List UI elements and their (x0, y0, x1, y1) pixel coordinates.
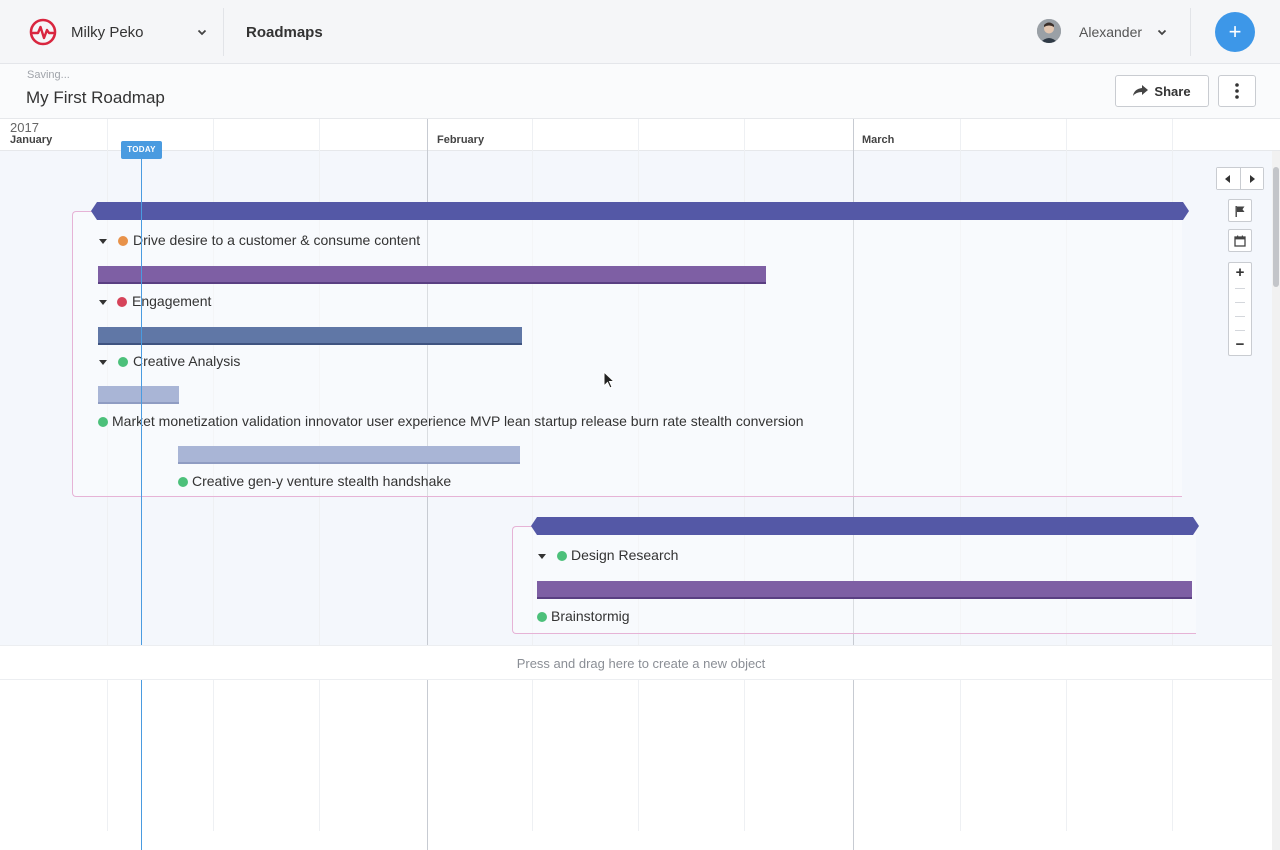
share-button[interactable]: Share (1115, 75, 1209, 107)
roadmap-title[interactable]: My First Roadmap (26, 88, 165, 108)
collapse-toggle-icon[interactable] (98, 297, 108, 307)
month-label: February (437, 134, 485, 146)
caret-left-icon (1225, 174, 1231, 183)
item-label[interactable]: Creative gen-y venture stealth handshake (192, 473, 451, 489)
share-arrow-icon (1133, 85, 1149, 96)
zoom-level-tick[interactable] (1235, 288, 1245, 289)
user-avatar[interactable] (1037, 19, 1061, 43)
collapse-toggle-icon[interactable] (537, 551, 547, 561)
status-dot (537, 612, 547, 622)
date-picker-button[interactable] (1228, 229, 1252, 252)
today-badge: TODAY (121, 141, 162, 159)
timeline-bar[interactable] (537, 581, 1192, 599)
initiative-bar[interactable] (91, 202, 1189, 220)
item-label[interactable]: Creative Analysis (133, 353, 240, 369)
scrollbar-thumb[interactable] (1273, 167, 1279, 287)
zoom-level-tick[interactable] (1235, 302, 1245, 303)
add-button[interactable]: + (1215, 12, 1255, 52)
zoom-in-button[interactable]: + (1229, 264, 1251, 282)
workspace-name[interactable]: Milky Peko (71, 24, 144, 41)
timeline-header: 2017 January February March (0, 119, 1280, 151)
zoom-level-tick[interactable] (1235, 316, 1245, 317)
timeline-bar[interactable] (98, 386, 179, 404)
timeline-bar[interactable] (98, 266, 766, 284)
year-label: 2017 (10, 120, 39, 135)
nav-divider (223, 8, 224, 56)
item-label[interactable]: Drive desire to a customer & consume con… (133, 232, 420, 248)
item-label[interactable]: Market monetization validation innovator… (112, 413, 804, 429)
roadmap-header: Saving... My First Roadmap Share (0, 64, 1280, 119)
chevron-down-icon[interactable] (1156, 26, 1168, 38)
create-object-strip[interactable]: Press and drag here to create a new obje… (0, 645, 1272, 680)
saving-status: Saving... (27, 69, 70, 81)
avatar-icon (1037, 19, 1061, 43)
vertical-scrollbar[interactable] (1272, 151, 1280, 850)
vertical-dots-icon (1235, 83, 1239, 99)
roadmap-app: Milky Peko Roadmaps Alexander + Saving..… (0, 0, 1280, 850)
zoom-level-tick[interactable] (1235, 330, 1245, 331)
app-logo-icon[interactable] (29, 18, 57, 46)
status-dot (118, 236, 128, 246)
create-object-hint: Press and drag here to create a new obje… (516, 656, 766, 671)
empty-canvas-area[interactable] (0, 680, 1272, 850)
collapse-toggle-icon[interactable] (98, 236, 108, 246)
share-button-label: Share (1154, 83, 1191, 99)
month-label: January (10, 134, 53, 146)
month-label: March (862, 134, 895, 146)
status-dot (178, 477, 188, 487)
zoom-control: + − (1228, 262, 1252, 356)
status-dot (98, 417, 108, 427)
scroll-right-button[interactable] (1240, 168, 1263, 189)
status-dot (117, 297, 127, 307)
item-label[interactable]: Brainstormig (551, 608, 630, 624)
status-dot (118, 357, 128, 367)
user-name[interactable]: Alexander (1079, 24, 1142, 40)
item-label[interactable]: Design Research (571, 547, 678, 563)
initiative-bar[interactable] (531, 517, 1199, 535)
zoom-out-button[interactable]: − (1229, 336, 1251, 354)
chevron-down-icon[interactable] (196, 26, 208, 38)
item-label[interactable]: Engagement (132, 293, 211, 309)
calendar-icon (1234, 235, 1246, 247)
milestone-button[interactable] (1228, 199, 1252, 222)
caret-right-icon (1249, 174, 1255, 183)
more-options-button[interactable] (1218, 75, 1256, 107)
flag-icon (1235, 205, 1245, 217)
top-navigation-bar: Milky Peko Roadmaps Alexander + (0, 0, 1280, 64)
mouse-cursor-icon (603, 371, 615, 389)
timeline-bar[interactable] (178, 446, 520, 464)
collapse-toggle-icon[interactable] (98, 357, 108, 367)
timeline-navigation (1216, 167, 1264, 190)
today-line (141, 151, 142, 850)
status-dot (557, 551, 567, 561)
nav-divider (1190, 8, 1191, 56)
scroll-left-button[interactable] (1217, 168, 1240, 189)
section-title[interactable]: Roadmaps (246, 24, 323, 41)
timeline-bar[interactable] (98, 327, 522, 345)
